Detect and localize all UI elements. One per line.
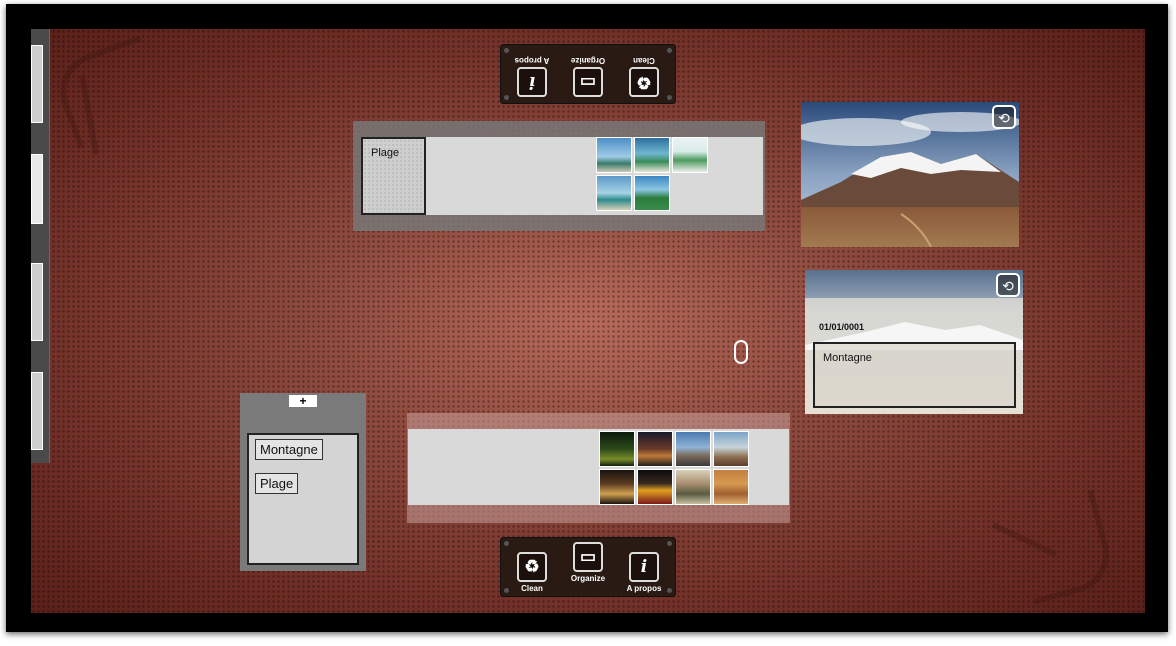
info-icon: i <box>629 552 659 582</box>
about-label-bottom: A propos <box>626 584 662 593</box>
bin-unsorted[interactable] <box>407 413 790 523</box>
about-button-bottom[interactable]: i A propos <box>619 552 669 593</box>
tag-list: Montagne Plage <box>247 433 359 565</box>
recycle-icon: ♻ <box>629 67 659 97</box>
tag-item-montagne[interactable]: Montagne <box>255 439 323 460</box>
folder-icon: ▭ <box>573 542 603 572</box>
mountain-image <box>801 102 1019 247</box>
table-surface[interactable]: ♻ Clean ▭ Organize i A propos ♻ Clean ▭ … <box>31 29 1145 613</box>
add-tag-button[interactable]: + <box>289 395 317 407</box>
link-icon: ⟲ <box>1002 278 1014 294</box>
photo-thumbnail[interactable] <box>596 175 632 211</box>
side-panel-1[interactable] <box>31 45 43 123</box>
info-icon: i <box>517 67 547 97</box>
link-icon: ⟲ <box>998 110 1010 126</box>
photo-card-montagne[interactable]: ⟲ 01/01/0001 Montagne <box>805 270 1023 414</box>
about-button-top[interactable]: i A propos <box>507 56 557 97</box>
photo-tag-card[interactable]: Montagne <box>813 342 1016 408</box>
about-label-top: A propos <box>514 56 550 65</box>
recycle-icon: ♻ <box>517 552 547 582</box>
photo-thumbnail[interactable] <box>634 175 670 211</box>
photo-thumbnail[interactable] <box>599 469 635 505</box>
doodle-top-left <box>49 35 169 149</box>
clean-label-bottom: Clean <box>521 584 543 593</box>
organize-button-top[interactable]: ▭ Organize <box>563 56 613 97</box>
photo-thumbnail[interactable] <box>596 137 632 173</box>
clean-button-bottom[interactable]: ♻ Clean <box>507 552 557 593</box>
organize-button-bottom[interactable]: ▭ Organize <box>563 542 613 583</box>
bin-plage-tag-label: Plage <box>371 147 400 159</box>
clean-label-top: Clean <box>633 56 655 65</box>
photo-thumbnail[interactable] <box>637 431 673 467</box>
organize-label-bottom: Organize <box>570 574 606 583</box>
photo-thumbnail[interactable] <box>713 469 749 505</box>
photo-thumbnail[interactable] <box>713 431 749 467</box>
photo-thumbnail[interactable] <box>599 431 635 467</box>
tag-panel: + Montagne Plage <box>240 393 366 571</box>
photo-thumbnail[interactable] <box>634 137 670 173</box>
photo-thumbnail[interactable] <box>637 469 673 505</box>
side-panel-4[interactable] <box>31 372 43 450</box>
organize-label-top: Organize <box>570 56 606 65</box>
side-strip <box>31 29 50 463</box>
side-panel-3[interactable] <box>31 263 43 341</box>
folder-icon: ▭ <box>573 67 603 97</box>
window-frame: ♻ Clean ▭ Organize i A propos ♻ Clean ▭ … <box>6 4 1168 632</box>
touch-cursor <box>734 340 748 364</box>
tag-item-plage[interactable]: Plage <box>255 473 299 494</box>
bin-plage[interactable]: Plage <box>353 121 765 231</box>
photo-thumbnail[interactable] <box>675 469 711 505</box>
toolbar-top: ♻ Clean ▭ Organize i A propos <box>501 45 675 103</box>
photo-date: 01/01/0001 <box>819 322 865 332</box>
bin-plage-tag-card[interactable]: Plage <box>361 137 426 215</box>
link-button[interactable]: ⟲ <box>992 105 1016 129</box>
side-panel-2[interactable] <box>31 154 43 224</box>
doodle-bottom-right <box>1010 489 1118 605</box>
photo-thumbnail[interactable] <box>672 137 708 173</box>
photo-mountain[interactable]: ⟲ <box>801 102 1019 247</box>
clean-button-top[interactable]: ♻ Clean <box>619 56 669 97</box>
photo-thumbnail[interactable] <box>675 431 711 467</box>
link-button[interactable]: ⟲ <box>996 273 1020 297</box>
toolbar-bottom: ♻ Clean ▭ Organize i A propos <box>501 538 675 596</box>
photo-tag-label: Montagne <box>823 352 872 364</box>
